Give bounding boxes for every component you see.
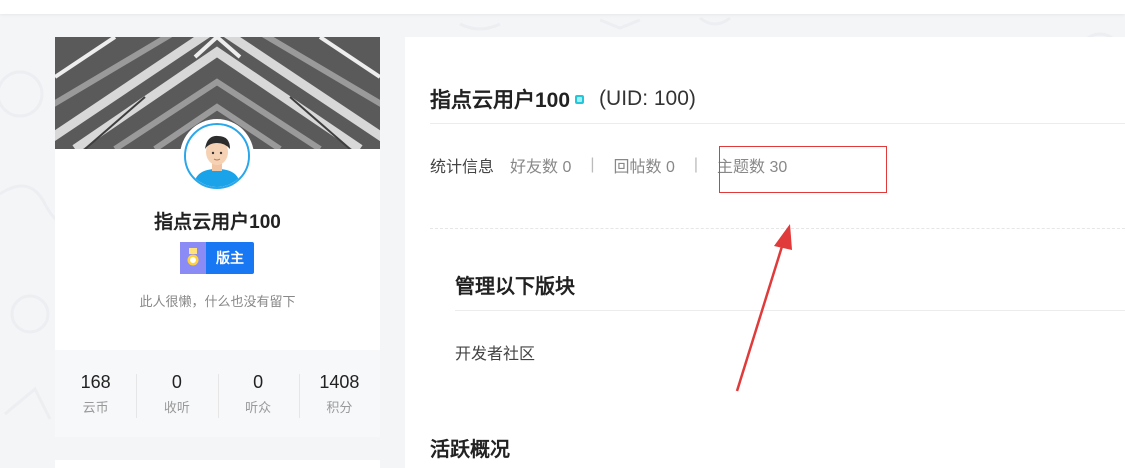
manage-section-title: 管理以下版块	[455, 276, 575, 298]
profile-card: 指点云用户100 版主 此人很懒，什么也没有留下 168 云币 0 收听 0 听…	[55, 37, 380, 437]
divider	[455, 310, 1125, 311]
stat-coins[interactable]: 168 云币	[55, 372, 136, 416]
top-nav-bar	[0, 0, 1125, 14]
page-title: 指点云用户100 (UID: 100)	[430, 84, 696, 114]
user-uid: (UID: 100)	[599, 87, 696, 110]
stat-label: 收听	[163, 399, 190, 415]
stat-friends[interactable]: 好友数 0	[510, 153, 571, 177]
role-label: 版主	[216, 250, 244, 266]
secondary-card	[55, 460, 380, 468]
separator: |	[590, 156, 595, 173]
title-username: 指点云用户100	[430, 89, 571, 112]
profile-username: 指点云用户100	[154, 212, 281, 233]
stat-value: 0	[171, 371, 182, 392]
annotation-highlight-box	[719, 146, 887, 193]
managed-forum-link[interactable]: 开发者社区	[455, 340, 535, 364]
stat-replies[interactable]: 回帖数 0	[614, 153, 675, 177]
stat-followers[interactable]: 0 听众	[217, 371, 299, 418]
medal-icon	[180, 242, 206, 274]
stat-value: 1408	[319, 371, 360, 392]
separator: |	[693, 156, 699, 173]
user-avatar-icon	[186, 125, 248, 187]
avatar[interactable]	[180, 119, 254, 193]
activity-section-title: 活跃概况	[430, 439, 510, 461]
stat-label: 云币	[82, 399, 109, 415]
stat-label: 积分	[326, 399, 353, 415]
stat-label: 听众	[245, 399, 272, 415]
stats-heading: 统计信息	[430, 159, 495, 176]
dashed-divider	[430, 228, 1125, 229]
main-panel: 指点云用户100 (UID: 100) 统计信息 好友数 0 | 回帖数 0 |…	[405, 37, 1125, 468]
stat-following[interactable]: 0 收听	[136, 371, 217, 418]
stat-value: 0	[253, 371, 264, 392]
divider	[430, 123, 1125, 124]
role-badge: 版主	[180, 242, 254, 274]
profile-bio: 此人很懒，什么也没有留下	[139, 294, 296, 309]
profile-stats: 168 云币 0 收听 0 听众 1408 积分	[55, 350, 380, 437]
stat-value: 168	[80, 371, 111, 392]
gem-icon	[574, 87, 585, 111]
stat-points[interactable]: 1408 积分	[298, 371, 380, 418]
